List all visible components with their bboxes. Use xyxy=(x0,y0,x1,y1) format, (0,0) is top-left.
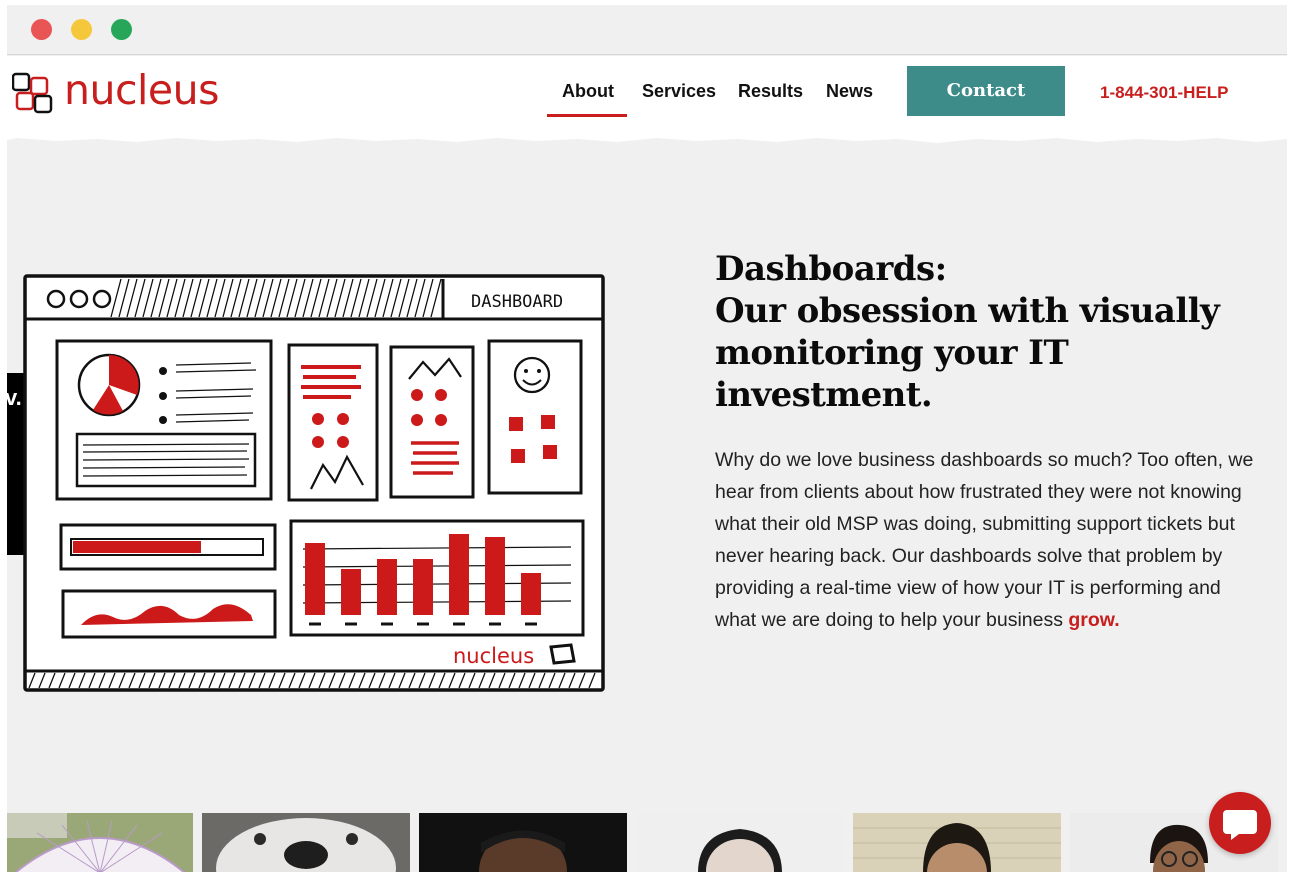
site-logo[interactable]: nucleus xyxy=(12,66,232,116)
browser-window: nucleus About Services Results News Cont… xyxy=(7,5,1287,872)
close-window-button[interactable] xyxy=(31,19,52,40)
side-tab-text: v. xyxy=(7,385,22,410)
header-torn-edge xyxy=(7,133,1287,143)
nav-active-indicator xyxy=(547,114,627,117)
nucleus-logo-icon xyxy=(12,72,53,114)
hero-heading: Dashboards: Our obsession with visually … xyxy=(715,248,1255,416)
hero-body: Why do we love business dashboards so mu… xyxy=(715,444,1255,636)
window-titlebar xyxy=(7,5,1287,55)
chat-bubble-icon xyxy=(1223,810,1257,840)
logo-text: nucleus xyxy=(64,66,219,114)
team-photo[interactable] xyxy=(636,813,844,872)
contact-button[interactable]: Contact xyxy=(907,66,1065,116)
minimize-window-button[interactable] xyxy=(71,19,92,40)
nav-link-about[interactable]: About xyxy=(562,80,614,102)
maximize-window-button[interactable] xyxy=(111,19,132,40)
hero-body-text: Why do we love business dashboards so mu… xyxy=(715,449,1254,631)
hero-subtitle: Our obsession with visually monitoring y… xyxy=(715,291,1220,415)
team-photo[interactable] xyxy=(7,813,193,872)
team-photo-strip xyxy=(7,813,1287,872)
nav-link-results[interactable]: Results xyxy=(738,80,803,102)
hero-title: Dashboards: xyxy=(715,249,947,289)
team-photo[interactable] xyxy=(419,813,627,872)
phone-link[interactable]: 1-844-301-HELP xyxy=(1100,83,1229,103)
svg-text:DASHBOARD: DASHBOARD xyxy=(471,292,563,312)
nav-link-news[interactable]: News xyxy=(826,80,873,102)
team-photo[interactable] xyxy=(202,813,410,872)
chat-launcher-button[interactable] xyxy=(1209,792,1271,854)
nav-link-services[interactable]: Services xyxy=(642,80,716,102)
site-header: nucleus About Services Results News Cont… xyxy=(7,56,1287,136)
dashboard-sketch-illustration: DASHBOARD nucleus xyxy=(23,274,605,692)
svg-text:nucleus: nucleus xyxy=(453,644,534,668)
team-photo[interactable] xyxy=(853,813,1061,872)
hero-body-emphasis: grow. xyxy=(1068,609,1120,631)
